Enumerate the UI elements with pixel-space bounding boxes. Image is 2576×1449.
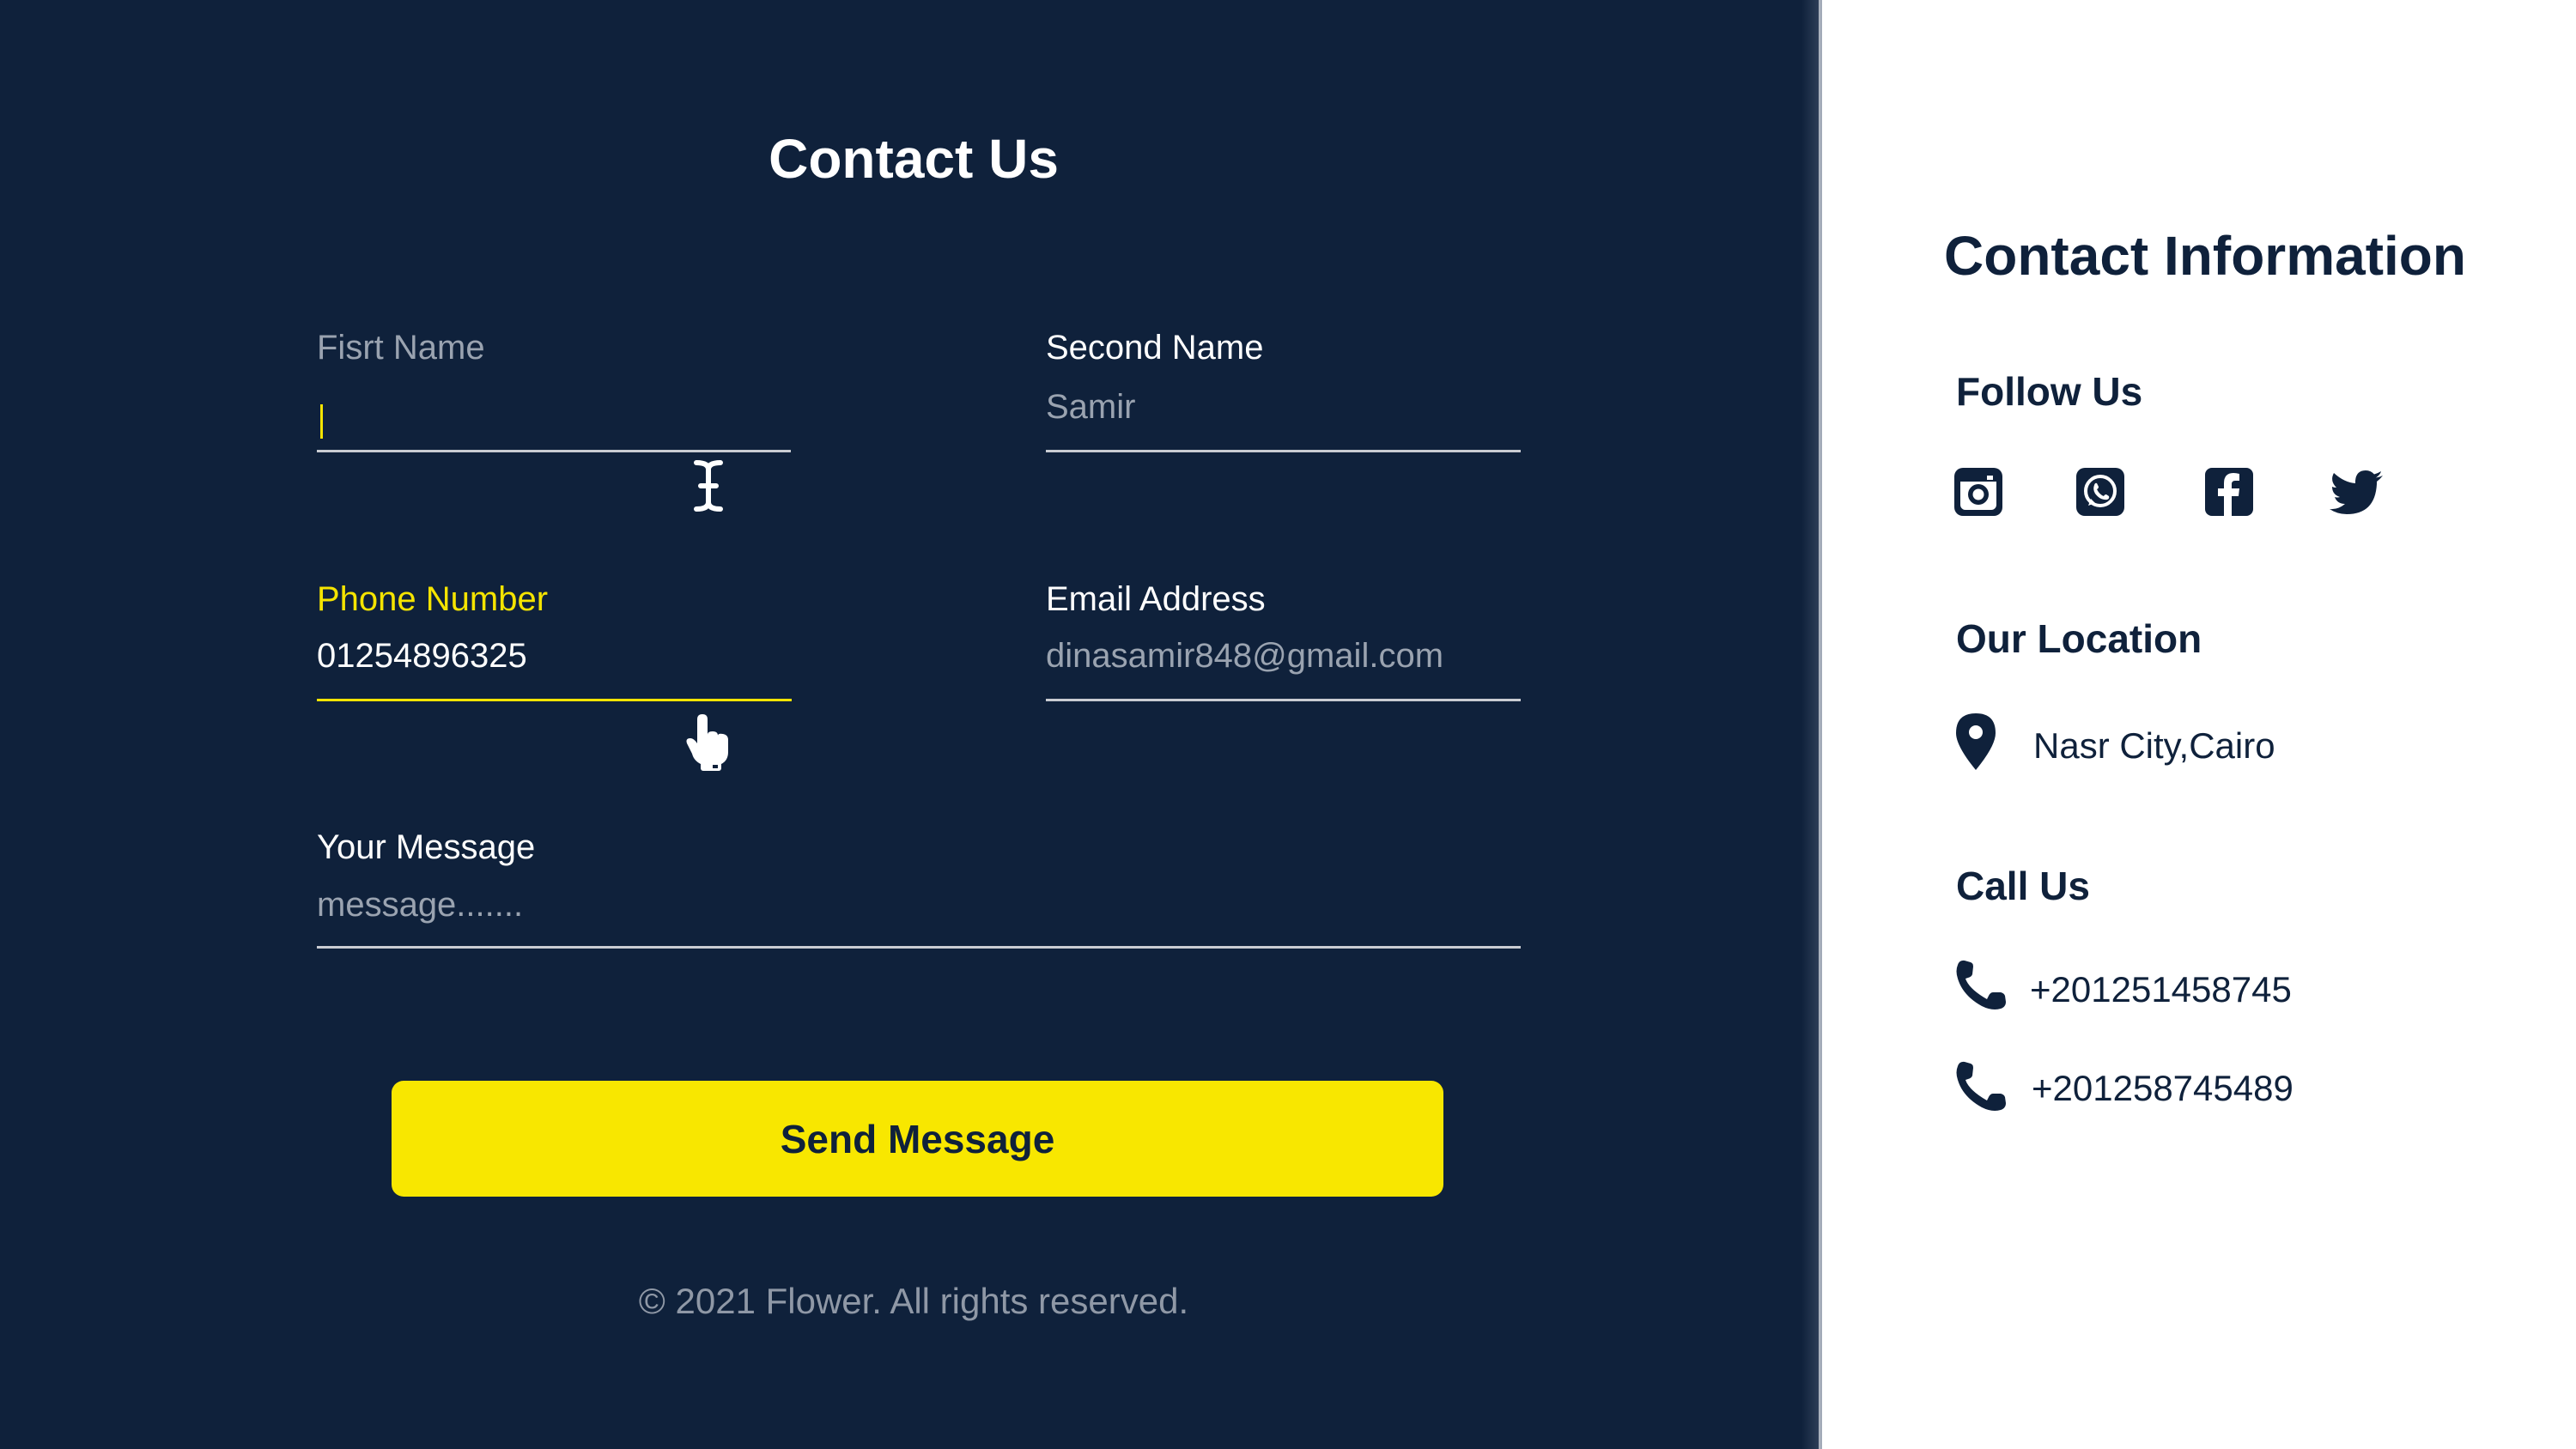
- contact-info-title: Contact Information: [1944, 225, 2466, 287]
- twitter-icon[interactable]: [2329, 470, 2384, 515]
- location-text: Nasr City,Cairo: [2033, 725, 2275, 766]
- instagram-icon[interactable]: [1954, 468, 2002, 516]
- first-name-label: Fisrt Name: [317, 329, 485, 367]
- phone-number-1[interactable]: +201251458745: [2030, 967, 2292, 1012]
- page-title: Contact Us: [769, 128, 1059, 190]
- second-name-underline: [1046, 450, 1521, 452]
- phone-number-2[interactable]: +201258745489: [2032, 1066, 2293, 1111]
- phone-input[interactable]: 01254896325: [317, 635, 527, 676]
- phone-icon: [1954, 960, 2006, 1011]
- phone-icon: [1954, 1061, 2006, 1113]
- second-name-input[interactable]: Samir: [1046, 386, 1135, 427]
- follow-us-heading: Follow Us: [1956, 369, 2143, 414]
- facebook-icon[interactable]: [2205, 468, 2253, 516]
- email-input[interactable]: dinasamir848@gmail.com: [1046, 635, 1443, 676]
- first-name-underline: [317, 450, 791, 452]
- copyright-footer: © 2021 Flower. All rights reserved.: [638, 1281, 1189, 1321]
- first-name-input[interactable]: [317, 391, 791, 451]
- message-underline: [317, 946, 1521, 949]
- text-cursor-icon: [693, 459, 724, 512]
- panel-divider-shadow: [1801, 0, 1822, 1449]
- second-name-label: Second Name: [1046, 329, 1264, 367]
- send-message-button[interactable]: Send Message: [392, 1081, 1443, 1197]
- call-us-heading: Call Us: [1956, 864, 2090, 908]
- message-input[interactable]: message.......: [317, 884, 523, 925]
- whatsapp-icon[interactable]: [2076, 468, 2124, 516]
- map-pin-icon: [1956, 713, 1996, 770]
- email-label: Email Address: [1046, 580, 1266, 618]
- phone-underline: [317, 699, 792, 701]
- phone-label: Phone Number: [317, 580, 549, 618]
- message-label: Your Message: [317, 828, 536, 866]
- hand-pointer-icon: [683, 714, 732, 771]
- email-underline: [1046, 699, 1521, 701]
- contact-form-panel: [0, 0, 1819, 1449]
- our-location-heading: Our Location: [1956, 616, 2202, 661]
